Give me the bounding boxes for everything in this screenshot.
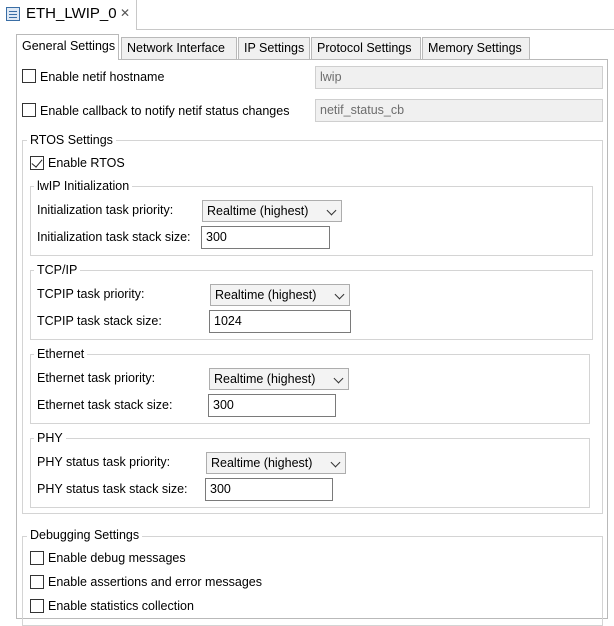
editor-tab[interactable]: ETH_LWIP_0 ✕ bbox=[0, 0, 137, 30]
tcpip-stack-input[interactable]: 1024 bbox=[209, 310, 351, 333]
callback-checkbox[interactable] bbox=[22, 103, 36, 117]
chevron-down-icon bbox=[333, 373, 344, 384]
phy-title: PHY bbox=[34, 431, 66, 445]
phy-stack-input[interactable]: 300 bbox=[205, 478, 333, 501]
tab-general-settings[interactable]: General Settings bbox=[16, 34, 119, 60]
lwip-init-title: lwIP Initialization bbox=[34, 179, 133, 193]
debugging-settings-title: Debugging Settings bbox=[27, 528, 143, 542]
assertions-label: Enable assertions and error messages bbox=[48, 575, 263, 589]
tab-network-interface[interactable]: Network Interface bbox=[121, 37, 237, 59]
tab-protocol-settings[interactable]: Protocol Settings bbox=[311, 37, 421, 59]
chevron-down-icon bbox=[334, 289, 345, 300]
phy-stack-label: PHY status task stack size: bbox=[37, 482, 188, 496]
init-stack-input[interactable]: 300 bbox=[201, 226, 330, 249]
tcpip-priority-label: TCPIP task priority: bbox=[37, 287, 145, 301]
rtos-settings-title: RTOS Settings bbox=[27, 133, 116, 147]
callback-label: Enable callback to notify netif status c… bbox=[40, 104, 290, 118]
tcpip-stack-label: TCPIP task stack size: bbox=[37, 314, 162, 328]
tcpip-priority-select[interactable]: Realtime (highest) bbox=[210, 284, 350, 306]
editor-title: ETH_LWIP_0 bbox=[26, 5, 117, 22]
phy-priority-label: PHY status task priority: bbox=[37, 455, 171, 469]
tabstrip-divider bbox=[137, 29, 614, 30]
hostname-label: Enable netif hostname bbox=[40, 70, 165, 84]
ethernet-stack-label: Ethernet task stack size: bbox=[37, 398, 173, 412]
debug-messages-checkbox[interactable] bbox=[30, 551, 44, 565]
ethernet-stack-input[interactable]: 300 bbox=[208, 394, 336, 417]
tab-memory-settings[interactable]: Memory Settings bbox=[422, 37, 530, 59]
init-priority-select[interactable]: Realtime (highest) bbox=[202, 200, 342, 222]
phy-priority-select[interactable]: Realtime (highest) bbox=[206, 452, 346, 474]
tab-ip-settings[interactable]: IP Settings bbox=[238, 37, 310, 59]
enable-rtos-label: Enable RTOS bbox=[48, 156, 125, 170]
enable-rtos-checkbox[interactable] bbox=[30, 156, 44, 170]
ethernet-title: Ethernet bbox=[34, 347, 88, 361]
hostname-checkbox[interactable] bbox=[22, 69, 36, 83]
chevron-down-icon bbox=[330, 457, 341, 468]
assertions-checkbox[interactable] bbox=[30, 575, 44, 589]
callback-field[interactable]: netif_status_cb bbox=[315, 99, 603, 122]
debug-messages-label: Enable debug messages bbox=[48, 551, 186, 565]
close-icon[interactable]: ✕ bbox=[120, 6, 130, 20]
file-icon bbox=[6, 7, 20, 21]
ethernet-priority-select[interactable]: Realtime (highest) bbox=[209, 368, 349, 390]
init-stack-label: Initialization task stack size: bbox=[37, 230, 191, 244]
ethernet-priority-label: Ethernet task priority: bbox=[37, 371, 156, 385]
tcpip-title: TCP/IP bbox=[34, 263, 81, 277]
chevron-down-icon bbox=[326, 205, 337, 216]
init-priority-label: Initialization task priority: bbox=[37, 203, 174, 217]
hostname-field[interactable]: lwip bbox=[315, 66, 603, 89]
